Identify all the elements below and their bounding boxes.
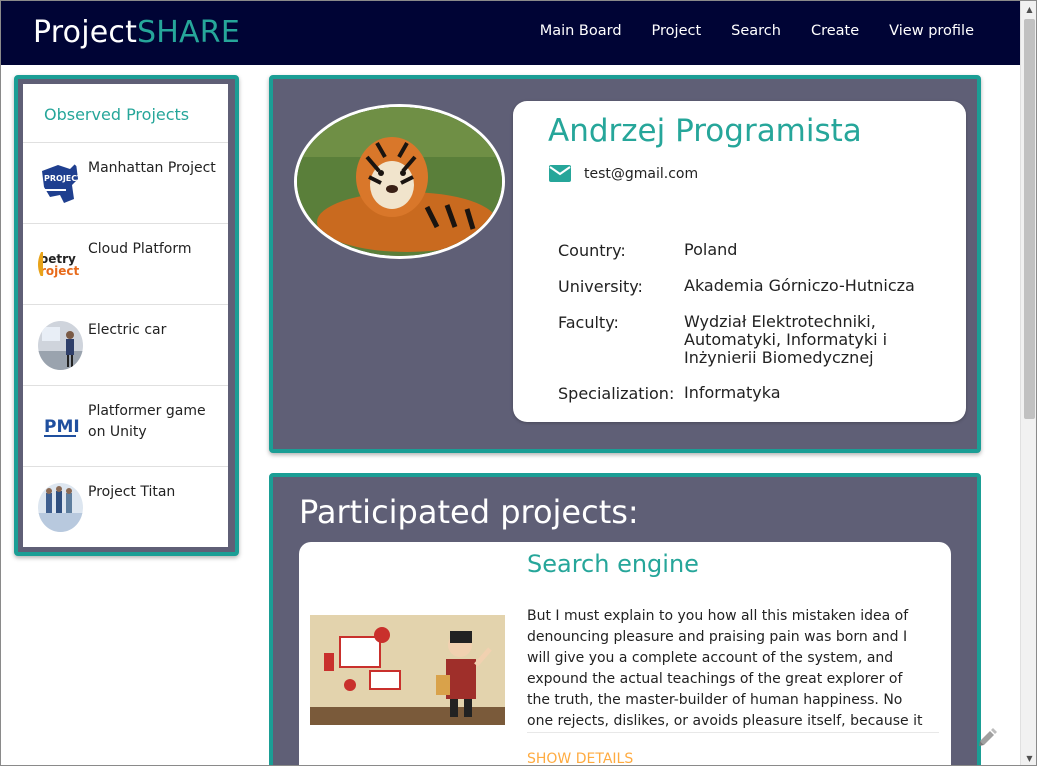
scroll-up-arrow-icon[interactable]: ▲	[1021, 1, 1036, 18]
detail-label: Faculty:	[558, 313, 619, 332]
email-row: test@gmail.com	[549, 165, 698, 182]
person-presenting-photo-icon	[38, 321, 83, 370]
pmi-logo-icon: PMI	[38, 402, 83, 451]
brand-main: Project	[33, 15, 138, 50]
svg-text:PMI: PMI	[44, 417, 80, 437]
observed-project-item[interactable]: oetry roject Cloud Platform	[23, 224, 228, 305]
nav-links: Main Board Project Search Create View pr…	[540, 23, 974, 39]
observed-project-name: Project Titan	[88, 484, 176, 500]
sidebar-title: Observed Projects	[23, 84, 228, 143]
project-logo-map-icon: PROJECT	[38, 159, 83, 208]
observed-projects-panel: Observed Projects PROJECT Manhattan Proj…	[14, 75, 239, 556]
detail-label: Specialization:	[558, 384, 675, 403]
svg-text:roject: roject	[40, 264, 80, 278]
observed-project-name: Cloud Platform	[88, 241, 192, 257]
detail-label: University:	[558, 277, 643, 296]
detail-value: Wydział Elektrotechniki, Automatyki, Inf…	[684, 312, 888, 367]
participated-project-card: Search engine But I must explain to you …	[299, 542, 951, 765]
detail-value: Akademia Górniczo-Hutnicza	[684, 276, 915, 295]
vertical-scrollbar[interactable]: ▲ ▼	[1020, 1, 1036, 765]
pencil-edit-icon[interactable]	[976, 725, 1000, 749]
participated-projects-panel: Participated projects: Search engine But…	[269, 473, 981, 765]
nav-create[interactable]: Create	[811, 23, 859, 39]
observed-project-item[interactable]: PROJECT Manhattan Project	[23, 143, 228, 224]
woman-presenting-illustration-icon	[310, 615, 505, 725]
user-info-card: Andrzej Programista test@gmail.com Count…	[513, 101, 966, 422]
participated-title: Participated projects:	[299, 493, 639, 531]
nav-view-profile[interactable]: View profile	[889, 23, 974, 39]
poetry-project-logo-icon: oetry roject	[38, 240, 83, 289]
brand-logo[interactable]: ProjectSHARE	[33, 15, 240, 50]
top-navbar: ProjectSHARE Main Board Project Search C…	[1, 1, 1020, 65]
show-details-link[interactable]: SHOW DETAILS	[527, 751, 633, 765]
email-text: test@gmail.com	[584, 165, 699, 182]
scrollbar-thumb[interactable]	[1024, 19, 1035, 419]
observed-project-name: Platformer game on Unity	[88, 403, 206, 440]
tiger-avatar-icon	[294, 104, 505, 259]
observed-project-item[interactable]: Electric car	[23, 305, 228, 386]
detail-value: Informatyka	[684, 383, 781, 402]
profile-card: Andrzej Programista test@gmail.com Count…	[269, 75, 981, 453]
observed-project-name: Electric car	[88, 322, 167, 338]
email-icon	[549, 165, 571, 182]
nav-project[interactable]: Project	[652, 23, 702, 39]
detail-value: Poland	[684, 240, 738, 259]
brand-accent: SHARE	[137, 15, 240, 50]
scroll-down-arrow-icon[interactable]: ▼	[1021, 750, 1036, 765]
nav-search[interactable]: Search	[731, 23, 781, 39]
participated-project-description: But I must explain to you how all this m…	[527, 608, 923, 729]
participated-project-title[interactable]: Search engine	[527, 550, 699, 578]
observed-project-item[interactable]: Project Titan	[23, 467, 228, 548]
observed-projects-list: Observed Projects PROJECT Manhattan Proj…	[23, 84, 228, 547]
detail-label: Country:	[558, 241, 626, 260]
divider	[527, 732, 939, 733]
observed-project-item[interactable]: PMI Platformer game on Unity	[23, 386, 228, 467]
svg-text:PROJECT: PROJECT	[44, 174, 83, 183]
user-name: Andrzej Programista	[548, 113, 862, 149]
browser-viewport: ProjectSHARE Main Board Project Search C…	[0, 0, 1037, 766]
observed-project-name: Manhattan Project	[88, 160, 216, 176]
meeting-photo-icon	[38, 483, 83, 532]
nav-main-board[interactable]: Main Board	[540, 23, 622, 39]
